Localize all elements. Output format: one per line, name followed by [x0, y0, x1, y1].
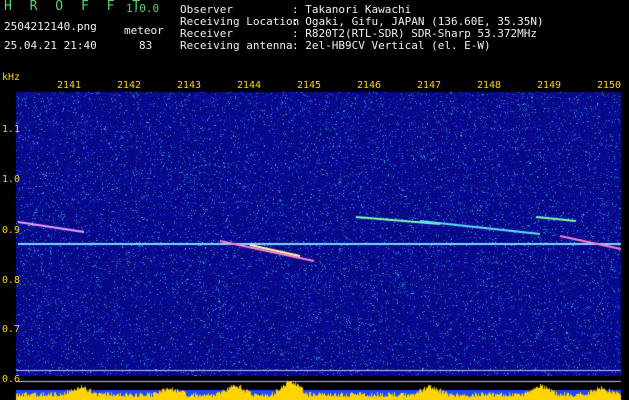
antenna-label: Receiving antenna — [180, 39, 293, 52]
filename: 2504212140.png — [4, 20, 97, 33]
x-tick-label: 2142 — [116, 80, 142, 91]
antenna-value: : 2el-HB9CV Vertical (el. E-W) — [292, 39, 491, 52]
version: 1.0.0 — [126, 2, 160, 15]
x-tick-label: 2143 — [176, 80, 202, 91]
y-tick-label: 0.9 — [2, 225, 21, 236]
y-tick-label: 1.1 — [2, 124, 21, 135]
timestamp: 25.04.21 21:40 — [4, 39, 97, 52]
y-tick-label: 0.7 — [2, 324, 21, 335]
x-tick-label: 2144 — [236, 80, 262, 91]
y-tick-label: 0.8 — [2, 275, 21, 286]
x-tick-label: 2148 — [476, 80, 502, 91]
x-tick-label: 2150 — [596, 80, 622, 91]
type-label: meteor — [124, 24, 164, 37]
y-unit-label: kHz — [2, 72, 21, 83]
count: 83 — [139, 39, 153, 52]
x-tick-label: 2147 — [416, 80, 442, 91]
spectrogram-plot — [0, 78, 629, 400]
x-tick-label: 2141 — [56, 80, 82, 91]
y-tick-label: 1.0 — [2, 174, 21, 185]
x-tick-label: 2145 — [296, 80, 322, 91]
x-tick-label: 2149 — [536, 80, 562, 91]
app-name: H R O F F T — [4, 0, 146, 14]
x-tick-label: 2146 — [356, 80, 382, 91]
y-tick-label: 0.6 — [2, 374, 21, 385]
